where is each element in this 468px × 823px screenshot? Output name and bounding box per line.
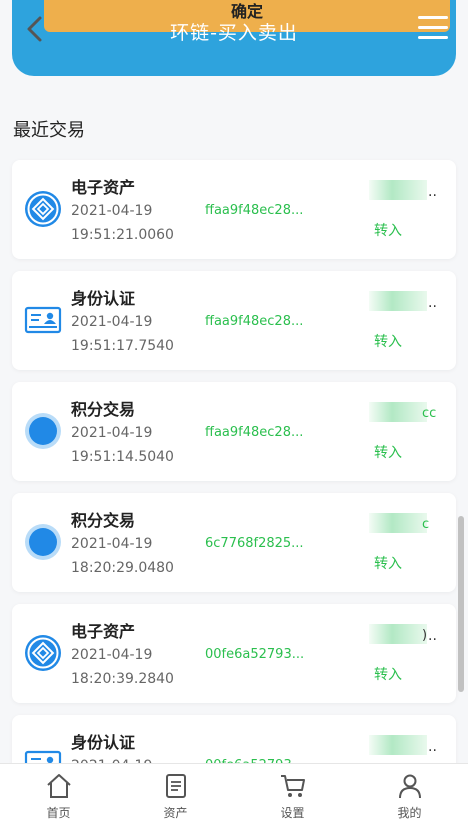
transaction-date: 2021-04-19 [71,314,153,330]
transaction-amount: c [422,517,430,532]
header-banner: 确定 环链-买入卖出 [12,0,456,76]
tab-settings[interactable]: 设置 [234,764,351,823]
home-icon [46,774,71,798]
transaction-more: .. [428,628,437,644]
transaction-direction: 转入 [374,556,402,572]
transaction-time: 18:20:29.0480 [71,560,174,576]
amount-blur [369,735,427,755]
page-title: 环链-买入卖出 [170,22,298,44]
transaction-direction: 转入 [374,223,402,239]
amount-blur [369,180,427,200]
id-card-icon [24,306,62,334]
transaction-time: 19:51:17.7540 [71,338,174,354]
amount-blur [369,624,427,644]
bottom-tab-bar: 首页 资产 设置 我的 [0,763,468,823]
transaction-hash: ffaa9f48ec28... [205,203,304,218]
transaction-date: 2021-04-19 [71,647,153,663]
transaction-card[interactable]: 身份认证 2021-04-19 19:51:17.7540 ffaa9f48ec… [12,271,456,370]
amount-blur [369,291,427,311]
transaction-type: 电子资产 [71,178,136,197]
transaction-time: 19:51:21.0060 [71,227,174,243]
points-icon [25,413,61,449]
transaction-type: 身份认证 [71,733,136,752]
tab-label: 设置 [280,806,305,820]
transaction-card[interactable]: 积分交易 2021-04-19 19:51:14.5040 ffaa9f48ec… [12,382,456,481]
transaction-date: 2021-04-19 [71,425,153,441]
transaction-time: 19:51:14.5040 [71,449,174,465]
amount-blur [369,513,427,533]
tab-home[interactable]: 首页 [0,764,117,823]
transaction-more: .. [428,739,437,755]
transaction-more: .. [428,184,437,200]
transaction-hash: ffaa9f48ec28... [205,314,304,329]
tab-label: 资产 [163,806,188,820]
menu-icon[interactable] [418,16,448,42]
tab-label: 首页 [46,806,71,820]
transaction-direction: 转入 [374,334,402,350]
transaction-hash: ffaa9f48ec28... [205,425,304,440]
transaction-direction: 转入 [374,667,402,683]
transaction-time: 18:20:39.2840 [71,671,174,687]
section-title: 最近交易 [13,120,85,141]
transaction-type: 积分交易 [71,400,136,419]
transaction-type: 积分交易 [71,511,136,530]
transaction-more: .. [428,295,437,311]
document-icon [165,774,186,798]
digital-asset-icon [25,191,61,227]
amount-blur [369,402,427,422]
chevron-left-icon[interactable] [20,12,54,46]
transaction-list: 电子资产 2021-04-19 19:51:21.0060 ffaa9f48ec… [12,160,456,823]
transaction-hash: 00fe6a52793... [205,647,305,662]
points-icon [25,524,61,560]
transaction-date: 2021-04-19 [71,536,153,552]
transaction-card[interactable]: 积分交易 2021-04-19 18:20:29.0480 6c7768f282… [12,493,456,592]
cart-icon [280,775,305,797]
transaction-date: 2021-04-19 [71,203,153,219]
digital-asset-icon [25,635,61,671]
transaction-hash: 6c7768f2825... [205,536,304,551]
user-icon [398,774,421,799]
transaction-amount: ) [422,628,428,643]
tab-assets[interactable]: 资产 [117,764,234,823]
scrollbar[interactable] [458,516,464,692]
transaction-type: 电子资产 [71,622,136,641]
transaction-amount: cc [422,406,437,421]
transaction-card[interactable]: 电子资产 2021-04-19 19:51:21.0060 ffaa9f48ec… [12,160,456,259]
transaction-direction: 转入 [374,445,402,461]
transaction-type: 身份认证 [71,289,136,308]
tab-label: 我的 [397,806,422,820]
transaction-card[interactable]: 电子资产 2021-04-19 18:20:39.2840 00fe6a5279… [12,604,456,703]
tab-mine[interactable]: 我的 [351,764,468,823]
